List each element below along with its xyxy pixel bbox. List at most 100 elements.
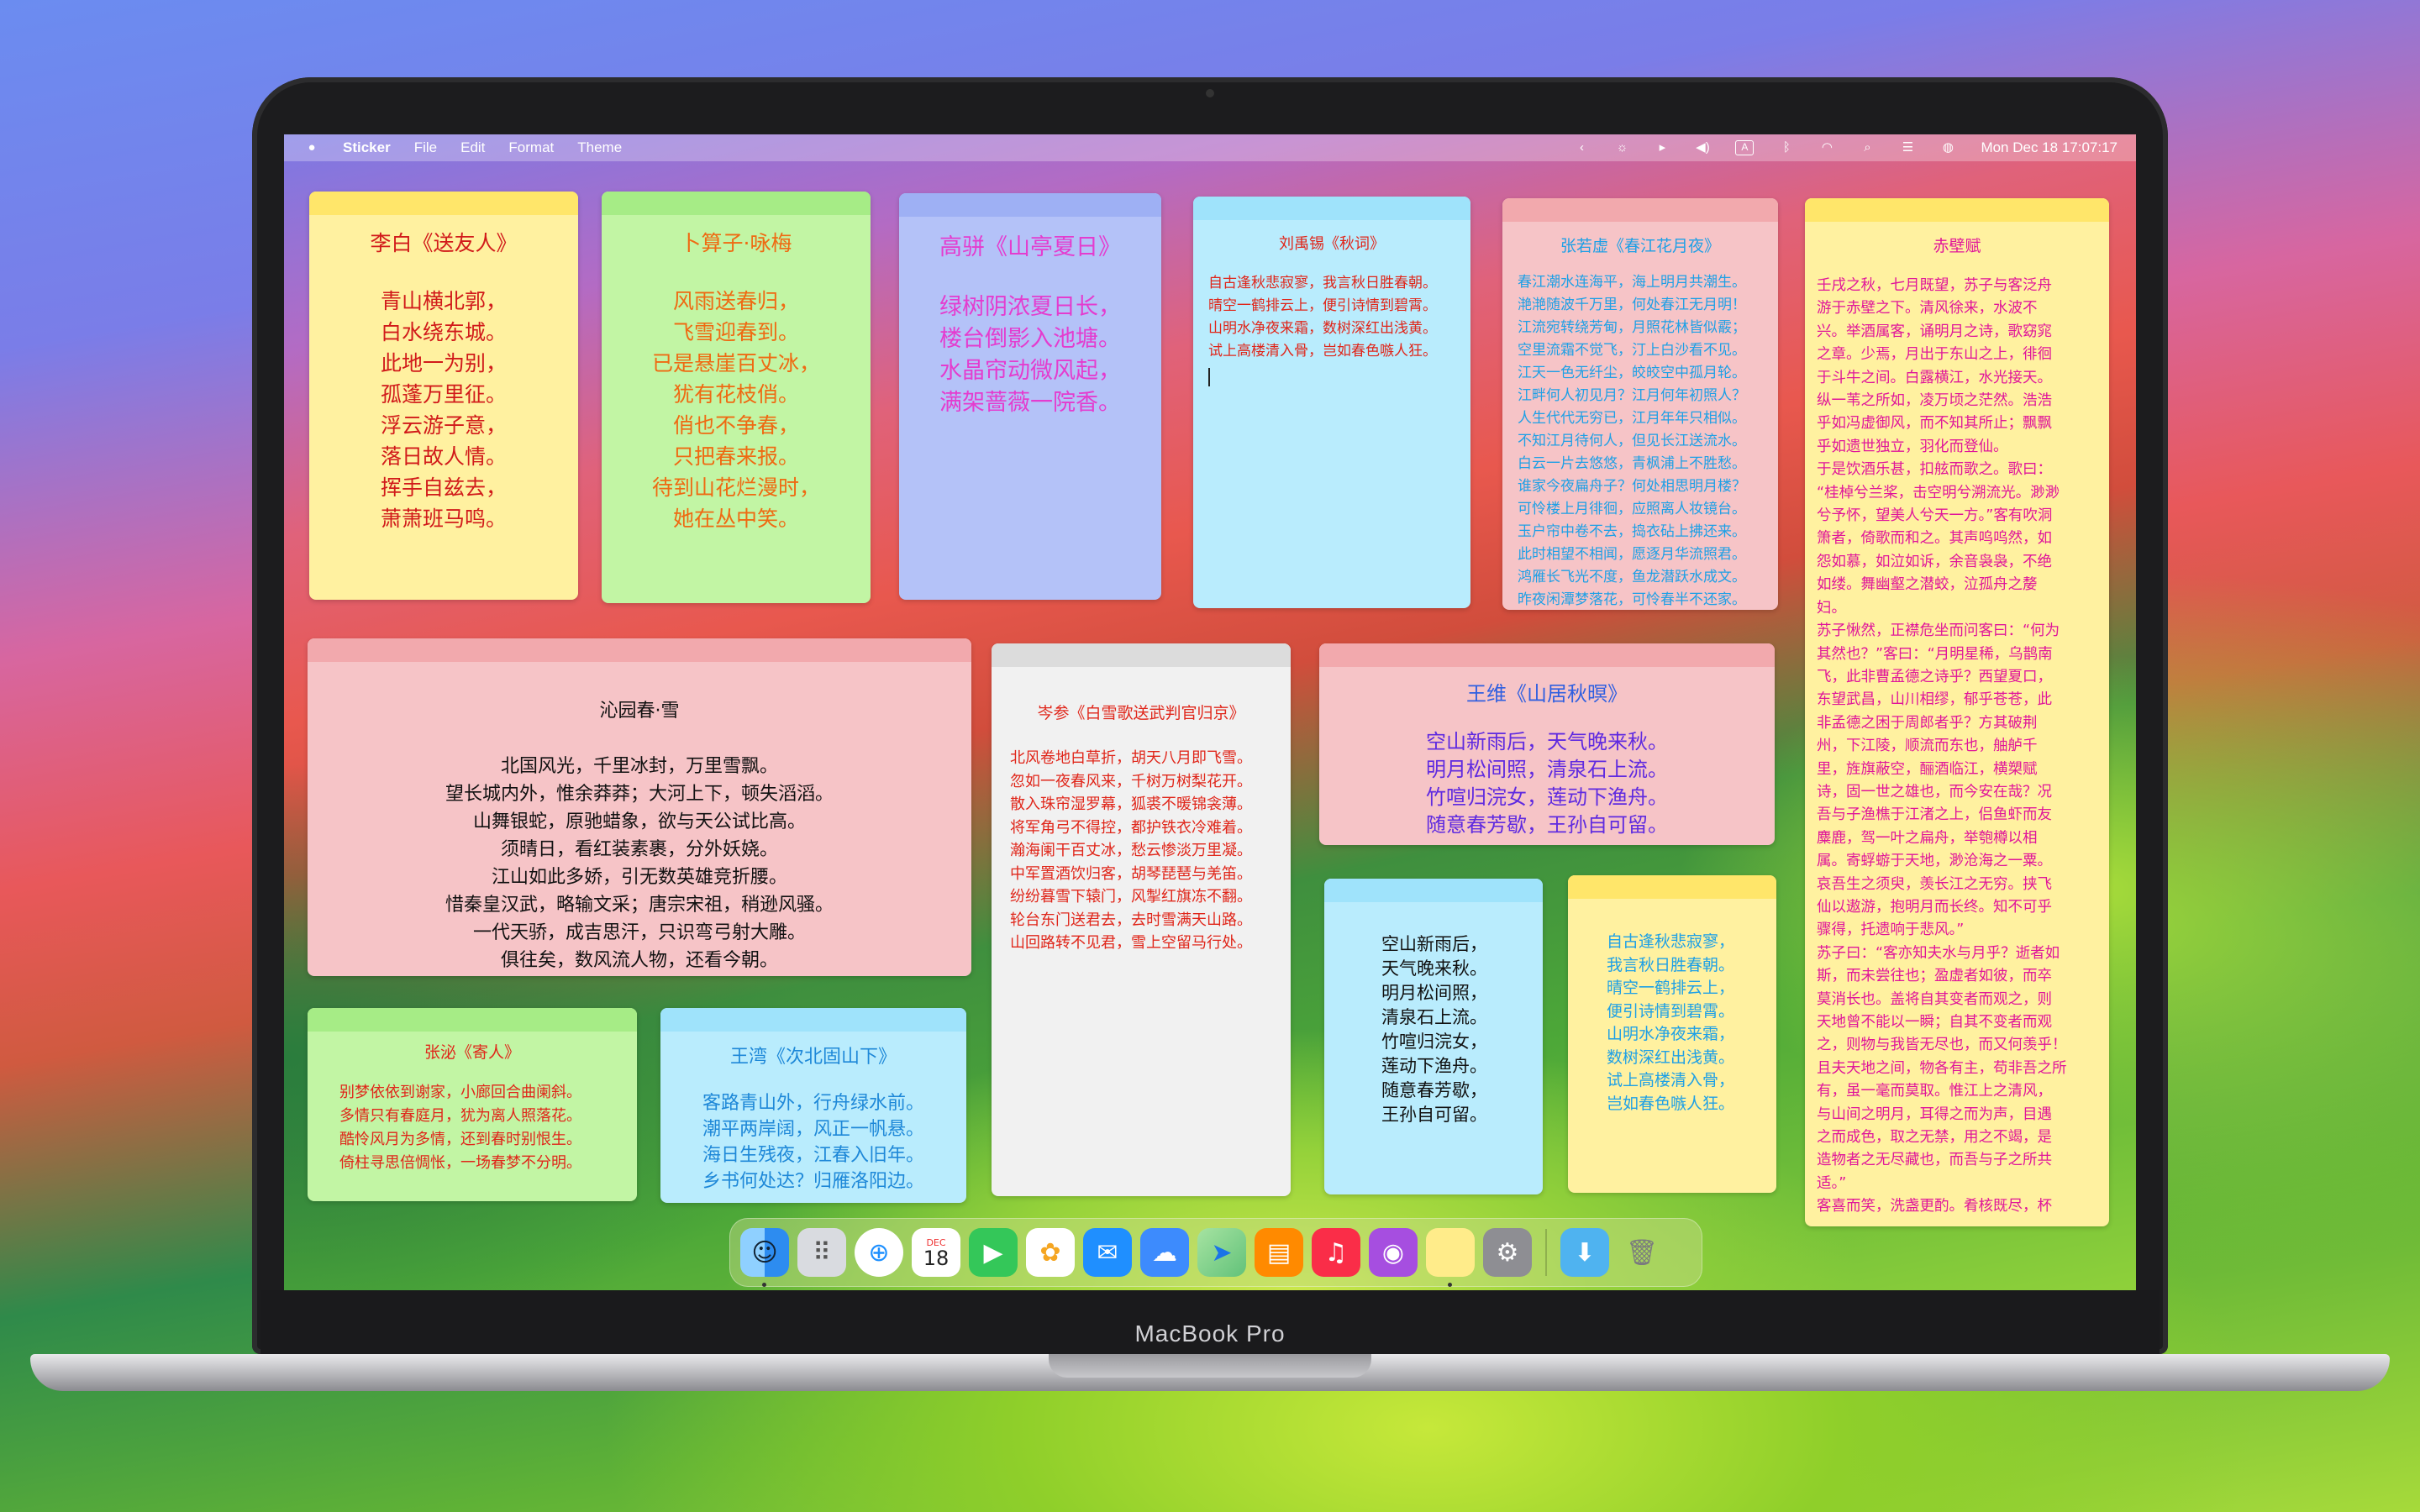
note-line: 空里流霜不觉飞，汀上白沙看不见。 xyxy=(1518,342,1746,359)
bluetooth-icon[interactable]: ᛒ xyxy=(1779,141,1794,155)
note-line: 孤蓬万里征。 xyxy=(380,382,507,407)
sticker-app-icon[interactable] xyxy=(1426,1228,1475,1287)
maps-icon[interactable]: ➤ xyxy=(1197,1228,1246,1277)
sticky-note-gaopian[interactable]: 高骈《山亭夏日》 绿树阴浓夏日长， 楼台倒影入池塘。 水晶帘动微风起， 满架蔷薇… xyxy=(899,193,1161,600)
note-body[interactable]: 北国风光，千里冰封，万里雪飘。 望长城内外，惟余莽莽；大河上下，顿失滔滔。 山舞… xyxy=(308,753,971,974)
note-line: 兴。举酒属客，诵明月之诗，歌窈窕 xyxy=(1817,323,2052,340)
note-line: 之而成色，取之无禁，用之不竭，是 xyxy=(1817,1129,2052,1147)
menu-edit[interactable]: Edit xyxy=(460,139,485,156)
note-titlebar[interactable] xyxy=(1805,198,2109,222)
note-body[interactable]: 青山横北郭， 白水绕东城。 此地一为别， 孤蓬万里征。 浮云游子意， 落日故人情… xyxy=(309,286,578,534)
photos-icon[interactable]: ✿ xyxy=(1026,1228,1075,1277)
play-circle-icon[interactable]: ▸ xyxy=(1655,141,1670,155)
books-icon[interactable]: ▤ xyxy=(1255,1228,1303,1277)
note-body[interactable]: 客路青山外，行舟绿水前。 潮平两岸阔，风正一帆悬。 海日生残夜，江春入旧年。 乡… xyxy=(660,1090,966,1194)
note-body[interactable]: 自古逢秋悲寂寥， 我言秋日胜春朝。 晴空一鹤排云上， 便引诗情到碧霄。 山明水净… xyxy=(1568,931,1776,1116)
sticky-note-busuanzi[interactable]: 卜算子·咏梅 风雨送春归， 飞雪迎春到。 已是悬崖百丈冰， 犹有花枝俏。 俏也不… xyxy=(602,192,871,603)
menu-theme[interactable]: Theme xyxy=(577,139,622,156)
search-icon[interactable]: ⌕ xyxy=(1860,141,1875,155)
note-body[interactable]: 别梦依依到谢家，小廊回合曲阑斜。 多情只有春庭月，犹为离人照落花。 酷怜风月为多… xyxy=(308,1081,637,1175)
system-settings-icon[interactable]: ⚙ xyxy=(1483,1228,1532,1277)
note-line: 可怜楼上月徘徊，应照离人妆镜台。 xyxy=(1518,501,1746,517)
note-line: 于斗牛之间。白露横江，水光接天。 xyxy=(1817,369,2052,386)
note-line: 纵一苇之所如，凌万顷之茫然。浩浩 xyxy=(1817,392,2052,410)
note-titlebar[interactable] xyxy=(899,193,1161,217)
calendar-icon[interactable]: DEC 18 xyxy=(912,1228,960,1277)
note-titlebar[interactable] xyxy=(308,638,971,662)
podcasts-icon[interactable]: ◉ xyxy=(1369,1228,1418,1277)
note-line: 妇。 xyxy=(1817,599,1846,617)
note-line: 别梦依依到谢家，小廊回合曲阑斜。 xyxy=(339,1084,581,1101)
note-body[interactable]: 壬戌之秋，七月既望，苏子与客泛舟 游于赤壁之下。清风徐来，水波不 兴。举酒属客，… xyxy=(1805,275,2109,1219)
sticky-note-cencan[interactable]: 岑参《白雪歌送武判官归京》 北风卷地白草折，胡天八月即飞雪。 忽如一夜春风来，千… xyxy=(992,643,1291,1196)
facetime-icon[interactable]: ▶ xyxy=(969,1228,1018,1277)
note-titlebar[interactable] xyxy=(309,192,578,215)
chevron-left-icon[interactable]: ‹ xyxy=(1574,141,1589,155)
note-titlebar[interactable] xyxy=(1324,879,1543,902)
finder-icon[interactable]: ☺ xyxy=(740,1228,789,1287)
note-line: 乎如遗世独立，羽化而登仙。 xyxy=(1817,438,2008,455)
note-line: 楼台倒影入池塘。 xyxy=(939,326,1121,352)
note-titlebar[interactable] xyxy=(1502,198,1778,222)
note-line: 江山如此多娇，引无数英雄竞折腰。 xyxy=(491,867,787,888)
note-line: 萧萧班马鸣。 xyxy=(380,507,507,531)
menu-file[interactable]: File xyxy=(414,139,437,156)
note-title: 王湾《次北固山下》 xyxy=(729,1047,897,1068)
note-body[interactable]: 春江潮水连海平，海上明月共潮生。 滟滟随波千万里，何处春江无月明！ 江流宛转绕芳… xyxy=(1502,271,1778,610)
note-line: 清泉石上流。 xyxy=(1381,1007,1487,1027)
sticky-note-qinyuanchun[interactable]: 沁园春·雪 北国风光，千里冰封，万里雪飘。 望长城内外，惟余莽莽；大河上下，顿失… xyxy=(308,638,971,976)
sticky-note-liuyuxi[interactable]: 刘禹锡《秋词》 自古逢秋悲寂寥，我言秋日胜春朝。 晴空一鹤排云上，便引诗情到碧霄… xyxy=(1193,197,1470,608)
note-title: 张泌《寄人》 xyxy=(424,1043,520,1062)
trash-icon[interactable]: 🗑 xyxy=(1618,1228,1666,1277)
sticky-note-untitled-yellow[interactable]: 自古逢秋悲寂寥， 我言秋日胜春朝。 晴空一鹤排云上， 便引诗情到碧霄。 山明水净… xyxy=(1568,875,1776,1193)
sticky-note-chibifu[interactable]: 赤壁赋 壬戌之秋，七月既望，苏子与客泛舟 游于赤壁之下。清风徐来，水波不 兴。举… xyxy=(1805,198,2109,1226)
note-body[interactable]: 北风卷地白草折，胡天八月即飞雪。 忽如一夜春风来，千树万树梨花开。 散入珠帘湿罗… xyxy=(992,747,1291,955)
note-body[interactable]: 绿树阴浓夏日长， 楼台倒影入池塘。 水晶帘动微风起， 满架蔷薇一院香。 xyxy=(899,291,1161,419)
music-icon[interactable]: ♫ xyxy=(1312,1228,1360,1277)
apple-menu-icon[interactable]: ● xyxy=(304,141,319,155)
note-titlebar[interactable] xyxy=(1319,643,1775,667)
note-line: 适。” xyxy=(1817,1174,1847,1192)
sticky-note-zhangbi[interactable]: 张泌《寄人》 别梦依依到谢家，小廊回合曲阑斜。 多情只有春庭月，犹为离人照落花。… xyxy=(308,1008,637,1201)
note-line: 海日生残夜，江春入旧年。 xyxy=(702,1145,924,1166)
launchpad-icon[interactable]: ⠿ xyxy=(797,1228,846,1277)
note-line: 明月松间照， xyxy=(1381,983,1487,1003)
sticky-note-libai[interactable]: 李白《送友人》 青山横北郭， 白水绕东城。 此地一为别， 孤蓬万里征。 浮云游子… xyxy=(309,192,578,600)
siri-icon[interactable]: ◍ xyxy=(1940,141,1955,155)
note-body[interactable]: 风雨送春归， 飞雪迎春到。 已是悬崖百丈冰， 犹有花枝俏。 俏也不争春， 只把春… xyxy=(602,286,871,534)
sticky-note-wangwei[interactable]: 王维《山居秋暝》 空山新雨后，天气晚来秋。 明月松间照，清泉石上流。 竹喧归浣女… xyxy=(1319,643,1775,845)
note-titlebar[interactable] xyxy=(992,643,1291,667)
brightness-icon[interactable]: ☼ xyxy=(1614,141,1629,155)
note-titlebar[interactable] xyxy=(660,1008,966,1032)
app-menu-sticker[interactable]: Sticker xyxy=(343,139,391,156)
note-titlebar[interactable] xyxy=(602,192,871,215)
note-line: 待到山花烂漫时， xyxy=(651,475,820,500)
control-center-icon[interactable]: ☰ xyxy=(1900,141,1915,155)
note-line: 江流宛转绕芳甸，月照花林皆似霰； xyxy=(1518,319,1746,336)
sticky-note-wangwan[interactable]: 王湾《次北固山下》 客路青山外，行舟绿水前。 潮平两岸阔，风正一帆悬。 海日生残… xyxy=(660,1008,966,1203)
volume-icon[interactable]: ◀) xyxy=(1695,141,1710,155)
wifi-icon[interactable]: ◠ xyxy=(1819,141,1834,155)
safari-icon[interactable]: ⊕ xyxy=(855,1228,903,1277)
downloads-folder-icon[interactable]: ⬇ xyxy=(1560,1228,1609,1277)
note-titlebar[interactable] xyxy=(1193,197,1470,220)
sticky-note-untitled-cyan[interactable]: 空山新雨后， 天气晚来秋。 明月松间照， 清泉石上流。 竹喧归浣女， 莲动下渔舟… xyxy=(1324,879,1543,1194)
sticky-note-zhangruoxu[interactable]: 张若虚《春江花月夜》 春江潮水连海平，海上明月共潮生。 滟滟随波千万里，何处春江… xyxy=(1502,198,1778,610)
note-line: 里，旌旗蔽空，酾酒临江，横槊赋 xyxy=(1817,760,2038,778)
note-line: 昨夜闲潭梦落花，可怜春半不还家。 xyxy=(1518,591,1746,608)
note-body[interactable]: 空山新雨后， 天气晚来秋。 明月松间照， 清泉石上流。 竹喧归浣女， 莲动下渔舟… xyxy=(1324,932,1543,1127)
note-titlebar[interactable] xyxy=(308,1008,637,1032)
note-titlebar[interactable] xyxy=(1568,875,1776,899)
note-body[interactable]: 自古逢秋悲寂寥，我言秋日胜春朝。 晴空一鹤排云上，便引诗情到碧霄。 山明水净夜来… xyxy=(1193,272,1470,394)
mail-icon[interactable]: ✉ xyxy=(1083,1228,1132,1277)
note-line: 诗，固一世之雄也，而今安在哉？况 xyxy=(1817,783,2052,801)
note-line: 忽如一夜春风来，千树万树梨花开。 xyxy=(1010,772,1252,790)
weather-icon[interactable]: ☁ xyxy=(1140,1228,1189,1277)
keyboard-input-icon[interactable]: A xyxy=(1735,140,1754,155)
note-line: 春江潮水连海平，海上明月共潮生。 xyxy=(1518,274,1746,291)
menu-bar: ● Sticker File Edit Format Theme ‹ ☼ ▸ ◀… xyxy=(284,134,2136,161)
note-body[interactable]: 空山新雨后，天气晚来秋。 明月松间照，清泉石上流。 竹喧归浣女，莲动下渔舟。 随… xyxy=(1319,728,1775,839)
menu-format[interactable]: Format xyxy=(508,139,554,156)
menu-clock[interactable]: Mon Dec 18 17:07:17 xyxy=(1981,139,2118,156)
note-line: 麋鹿，驾一叶之扁舟，举匏樽以相 xyxy=(1817,829,2038,847)
